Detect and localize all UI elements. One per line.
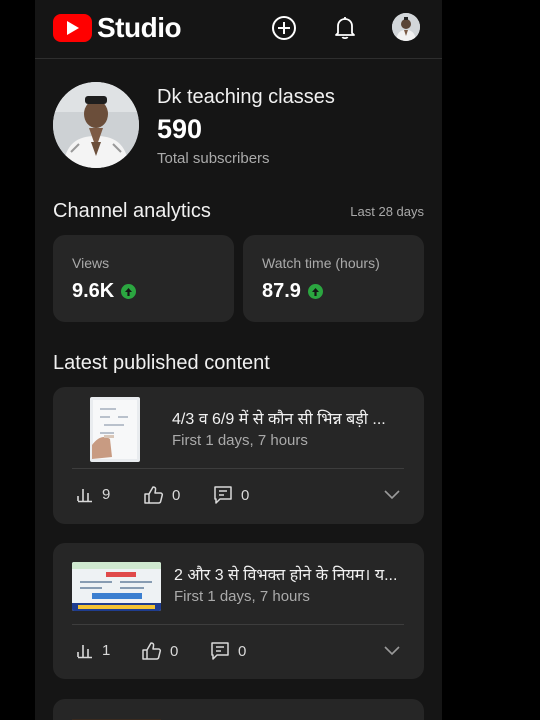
video-title[interactable]: 4/3 व 6/9 में से कौन सी भिन्न बड़ी ...	[172, 407, 402, 429]
views-bar-icon	[77, 489, 92, 503]
video-published-time: First 1 days, 7 hours	[172, 432, 308, 449]
views-card[interactable]: Views 9.6K	[53, 235, 234, 322]
trend-up-icon	[307, 284, 323, 299]
views-count: 9	[102, 485, 111, 503]
watch-time-value-row: 87.9	[262, 280, 323, 303]
views-metric: 9	[76, 485, 110, 503]
likes-count: 0	[172, 486, 181, 504]
card-divider	[72, 468, 404, 469]
latest-content-title: Latest published content	[53, 352, 270, 374]
watch-time-value: 87.9	[262, 280, 301, 302]
subscriber-label: Total subscribers	[157, 150, 270, 167]
channel-name: Dk teaching classes	[157, 86, 335, 108]
comment-icon	[214, 486, 232, 504]
watch-time-card[interactable]: Watch time (hours) 87.9	[243, 235, 424, 322]
thumbs-up-icon	[144, 486, 164, 504]
trend-up-icon	[121, 284, 137, 299]
channel-analytics-title: Channel analytics	[53, 200, 211, 222]
video-thumbnail[interactable]	[90, 397, 140, 462]
content-item[interactable]: 2 और 3 से विभक्त होने के नियम। य... Firs…	[53, 543, 424, 679]
watch-time-label: Watch time (hours)	[262, 255, 380, 271]
views-value: 9.6K	[72, 280, 115, 302]
studio-screen: Studio Dk teaching classes 590 Total sub…	[35, 0, 442, 720]
video-thumbnail[interactable]	[72, 716, 161, 720]
thumbs-up-icon	[142, 642, 162, 660]
create-icon[interactable]	[270, 14, 298, 42]
comments-metric: 0	[210, 641, 246, 661]
views-bar-icon	[77, 645, 92, 659]
comment-icon	[211, 642, 229, 660]
video-title[interactable]: 2 और 3 से विभक्त होने के नियम। य...	[174, 563, 404, 585]
views-metric: 1	[76, 641, 110, 659]
video-thumbnail[interactable]	[72, 562, 161, 611]
comments-metric: 0	[213, 485, 249, 505]
likes-metric: 0	[141, 641, 178, 661]
youtube-play-logo-icon	[53, 14, 92, 42]
subscriber-count: 590	[157, 114, 203, 144]
content-item[interactable]: 4/3 व 6/9 में से कौन सी भिन्न बड़ी ... F…	[53, 387, 424, 524]
content-item[interactable]	[53, 699, 424, 720]
top-app-bar: Studio	[35, 0, 442, 59]
card-divider	[72, 624, 404, 625]
likes-metric: 0	[143, 485, 180, 505]
app-name: Studio	[97, 12, 182, 43]
channel-avatar[interactable]	[53, 82, 139, 168]
account-avatar[interactable]	[392, 13, 420, 41]
comments-count: 0	[241, 486, 250, 504]
chevron-down-icon[interactable]	[384, 487, 400, 505]
views-label: Views	[72, 255, 110, 271]
views-count: 1	[102, 641, 111, 659]
notifications-bell-icon[interactable]	[331, 14, 359, 42]
analytics-period: Last 28 days	[350, 204, 424, 219]
likes-count: 0	[170, 642, 179, 660]
video-published-time: First 1 days, 7 hours	[174, 588, 310, 605]
youtube-studio-logo[interactable]: Studio	[53, 12, 182, 44]
views-value-row: 9.6K	[72, 280, 137, 303]
comments-count: 0	[238, 642, 247, 660]
chevron-down-icon[interactable]	[384, 643, 400, 661]
